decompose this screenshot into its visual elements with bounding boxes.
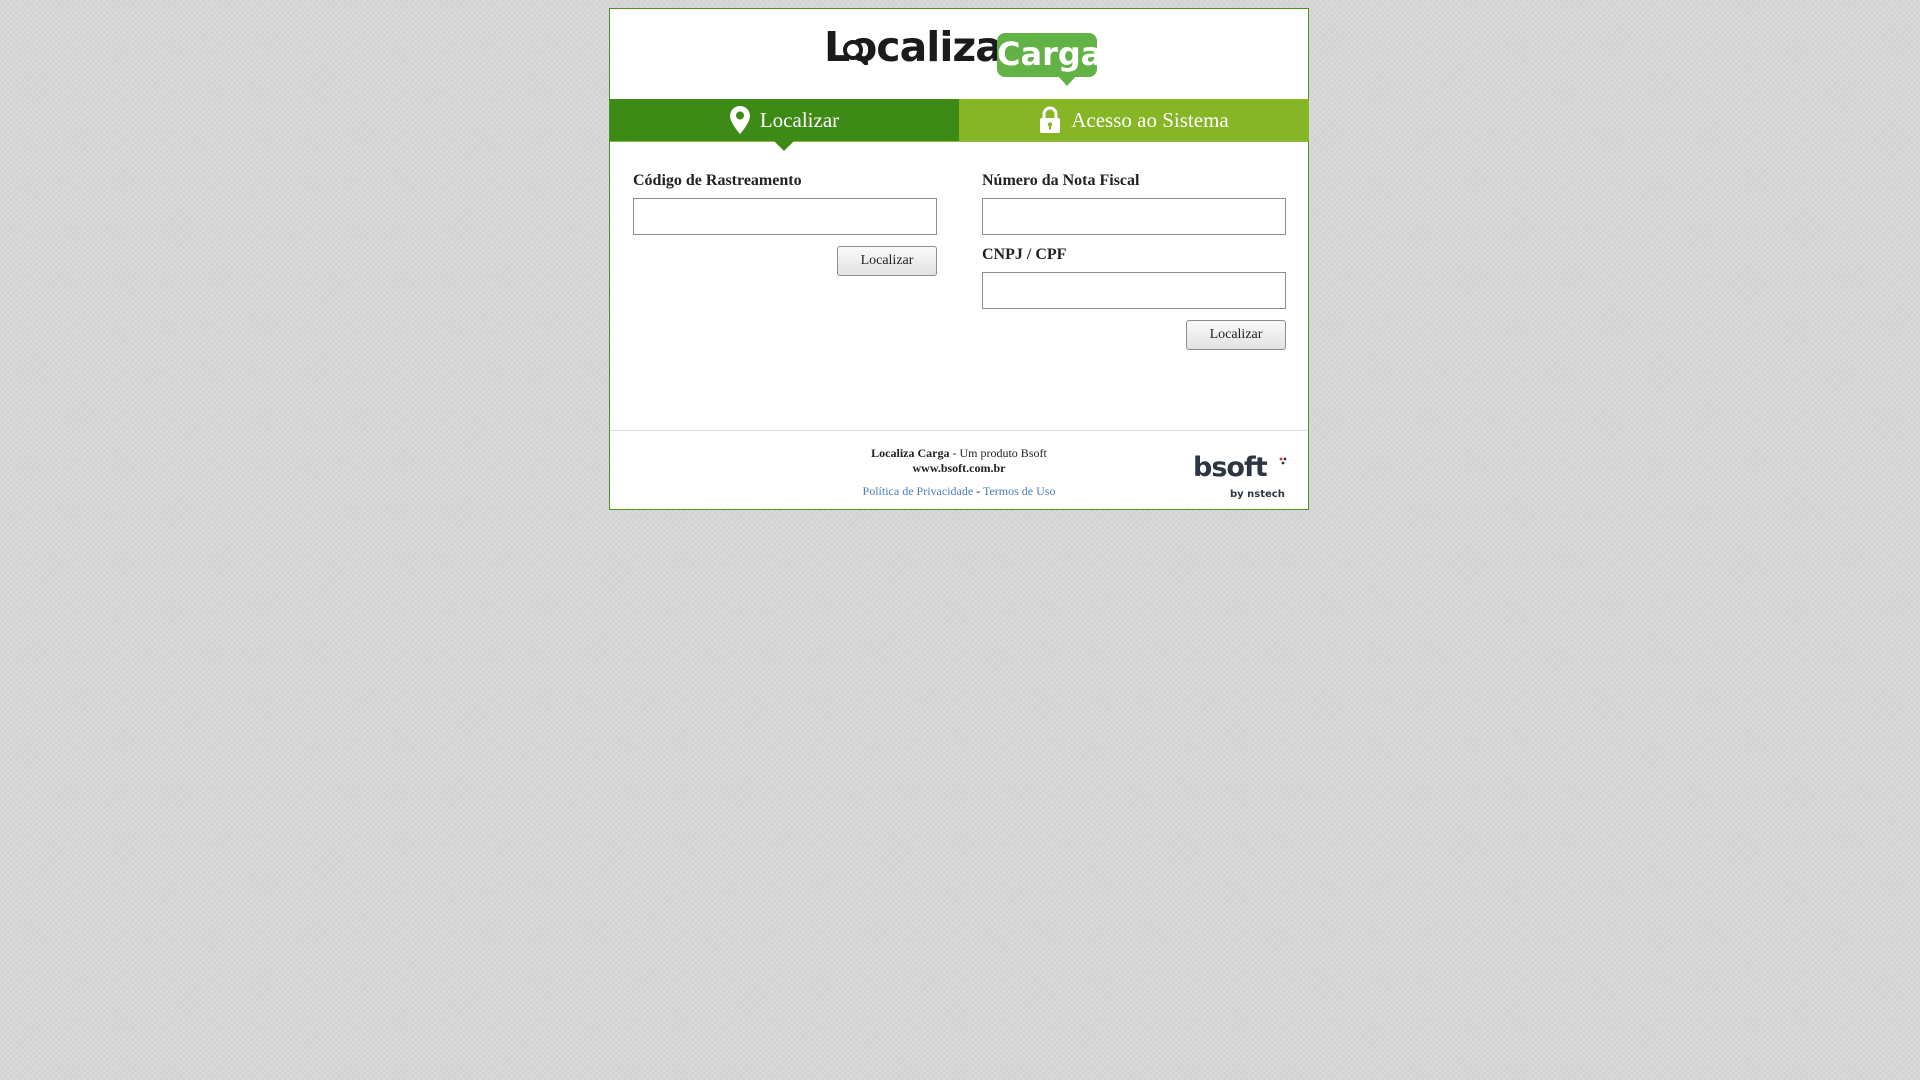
map-pin-icon <box>729 106 750 134</box>
footer-product-suffix: - Um produto Bsoft <box>949 446 1047 460</box>
tab-acesso-label: Acesso ao Sistema <box>1071 107 1229 132</box>
tab-acesso-sistema[interactable]: Acesso ao Sistema <box>959 99 1309 141</box>
bsoft-logo: bsoft by nstech <box>1193 454 1289 504</box>
logo: Localiza Carga <box>610 9 1308 99</box>
bsoft-logo-subtext: by nstech <box>1230 489 1285 500</box>
bsoft-dots-icon <box>1279 457 1287 465</box>
tracking-code-label: Código de Rastreamento <box>633 172 802 189</box>
privacy-policy-link[interactable]: Política de Privacidade <box>863 484 974 498</box>
footer-divider <box>610 430 1308 431</box>
cnpj-cpf-input[interactable] <box>982 272 1286 309</box>
logo-badge-text: Carga <box>997 35 1103 73</box>
logo-badge: Carga <box>997 33 1103 86</box>
tab-localizar-label: Localizar <box>759 107 840 132</box>
localizar-tracking-button[interactable]: Localizar <box>837 246 937 276</box>
tracking-code-input[interactable] <box>633 198 937 235</box>
terms-of-use-link[interactable]: Termos de Uso <box>983 484 1055 498</box>
active-tab-indicator <box>774 141 794 151</box>
bsoft-logo-text: bsoft <box>1193 452 1268 483</box>
localizar-nota-button[interactable]: Localizar <box>1186 320 1286 350</box>
footer-link-separator: - <box>973 484 983 498</box>
cnpj-cpf-label: CNPJ / CPF <box>982 246 1067 263</box>
tab-bar: Localizar Acesso ao Sistema <box>610 99 1309 151</box>
logo-badge-tail <box>1057 75 1077 86</box>
nota-fiscal-input[interactable] <box>982 198 1286 235</box>
lock-icon <box>1039 106 1061 134</box>
magnifier-icon <box>843 40 868 65</box>
main-panel: Localiza Carga Localizar Acesso ao Siste… <box>609 8 1309 510</box>
tab-localizar[interactable]: Localizar <box>610 99 959 141</box>
footer-product-name: Localiza Carga <box>871 446 950 460</box>
footer-website: www.bsoft.com.br <box>912 461 1006 475</box>
nota-fiscal-label: Número da Nota Fiscal <box>982 172 1140 189</box>
